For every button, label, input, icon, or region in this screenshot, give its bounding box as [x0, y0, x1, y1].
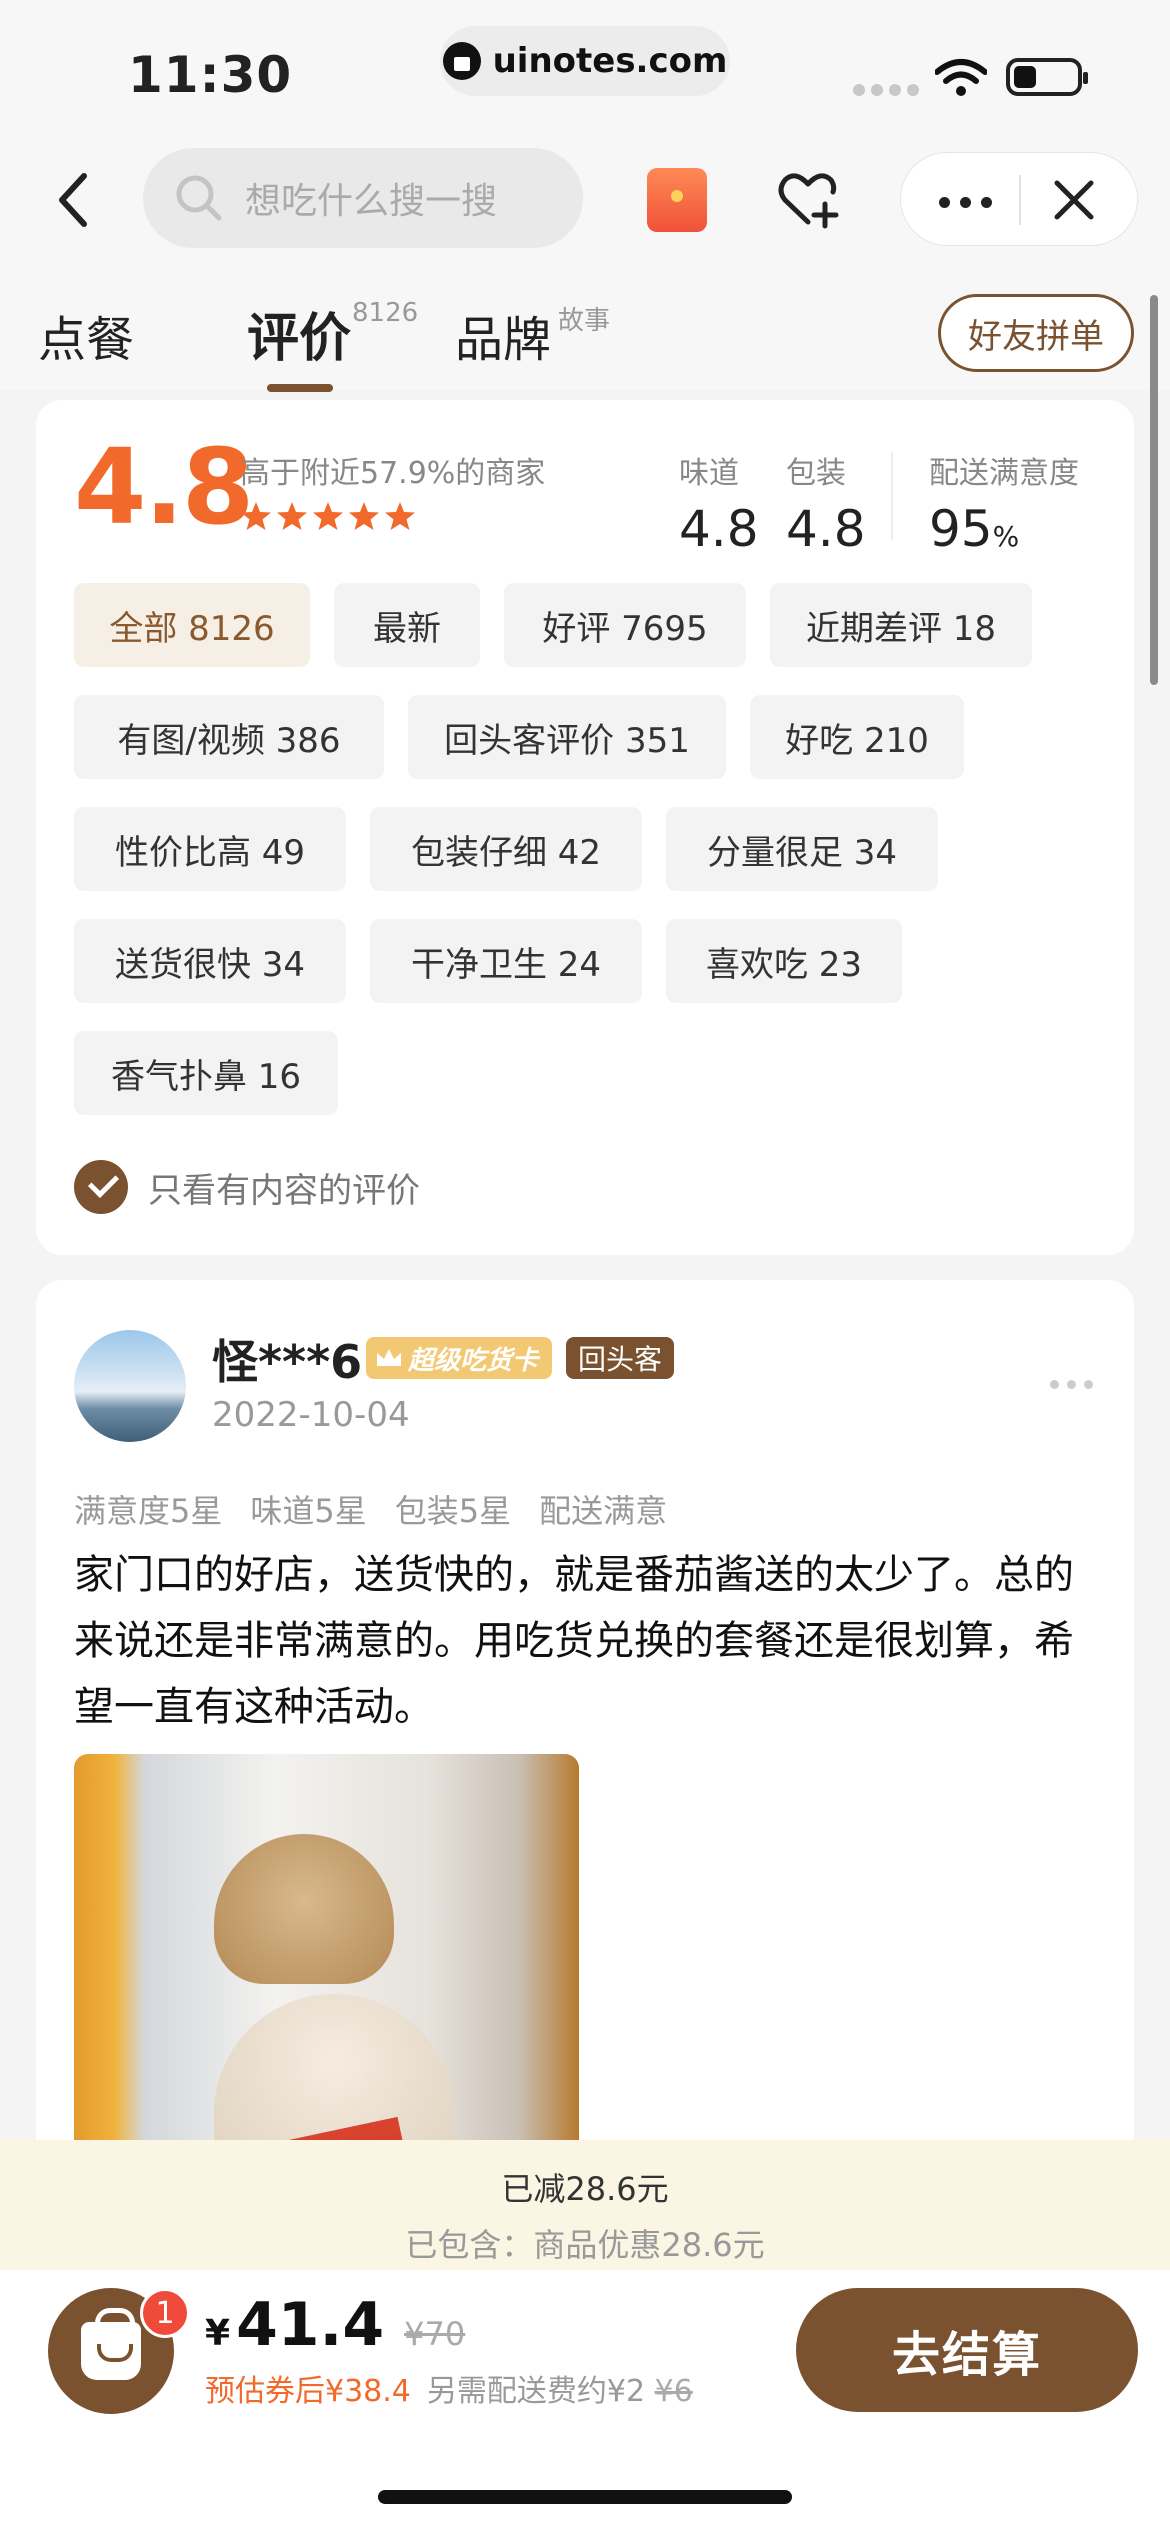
- filter-chip[interactable]: 近期差评 18: [770, 583, 1032, 667]
- review-date: 2022-10-04: [212, 1395, 410, 1435]
- star-icon: [385, 502, 415, 530]
- currency-symbol: ¥: [205, 2313, 231, 2354]
- package-value: 4.8: [786, 500, 866, 558]
- tab-review-label: 评价: [247, 309, 352, 369]
- package-label: 包装: [786, 456, 846, 491]
- review-count: 8126: [352, 298, 419, 328]
- search-icon: [176, 175, 222, 221]
- url-text: uinotes.com: [492, 41, 728, 81]
- url-pill[interactable]: uinotes.com: [440, 26, 730, 96]
- cart-count-badge: 1: [140, 2288, 190, 2338]
- filter-chip[interactable]: 包装仔细 42: [370, 807, 642, 891]
- package-metric: 包装 4.8: [786, 448, 866, 558]
- status-time: 11:30: [128, 46, 293, 104]
- checked-circle-icon: [74, 1160, 128, 1214]
- delivery-fee: 另需配送费约¥2 ¥6: [427, 2366, 693, 2410]
- shopping-bag-icon: [81, 2308, 141, 2380]
- discount-banner: 已减28.6元 已包含：商品优惠28.6元: [0, 2140, 1170, 2270]
- filter-chip[interactable]: 全部 8126: [74, 583, 310, 667]
- close-icon[interactable]: [1049, 175, 1099, 225]
- filter-chip[interactable]: 回头客评价 351: [408, 695, 726, 779]
- mini-program-capsule: [900, 152, 1138, 246]
- filter-chip[interactable]: 好评 7695: [504, 583, 746, 667]
- star-rating: [240, 500, 416, 532]
- compare-text: 高于附近57.9%的商家: [240, 456, 546, 491]
- vip-badge-label: 超级吃货卡: [408, 1345, 539, 1376]
- store-tabs: 点餐 评价 8126 品牌 故事 好友拼单: [0, 272, 1170, 392]
- delivery-fee-text: 另需配送费约¥2: [426, 2374, 646, 2409]
- delivery-label: 配送满意度: [929, 456, 1079, 491]
- review-card: 怪***6 超级吃货卡 回头客 2022-10-04 满意度5星 味道5星 包装5星…: [36, 1280, 1134, 2280]
- review-more-icon[interactable]: [1050, 1380, 1093, 1389]
- delivery-fee-original: ¥6: [654, 2374, 693, 2409]
- star-icon: [277, 502, 307, 530]
- delivery-value-wrap: 95%: [929, 500, 1079, 558]
- rating-tag: 味道5星: [250, 1492, 367, 1530]
- username: 怪***6: [212, 1335, 363, 1389]
- rating-summary-card: 4.8 高于附近57.9%的商家 味道 4.8 包装 4.8 配送满意度 95%…: [36, 400, 1134, 1255]
- filter-chip[interactable]: 最新: [334, 583, 480, 667]
- overall-score: 4.8: [74, 426, 254, 548]
- tab-order-label: 点餐: [38, 312, 135, 368]
- filter-chip[interactable]: 香气扑鼻 16: [74, 1031, 338, 1115]
- red-packet-icon[interactable]: [647, 168, 707, 232]
- only-content-toggle[interactable]: 只看有内容的评价: [74, 1160, 420, 1214]
- delivery-metric: 配送满意度 95%: [929, 448, 1079, 558]
- review-ratings: 满意度5星 味道5星 包装5星 配送满意: [74, 1486, 667, 1532]
- checkout-button[interactable]: 去结算: [796, 2288, 1138, 2412]
- tab-order[interactable]: 点餐: [38, 300, 134, 370]
- price-estimate-line: 预估券后¥38.4 另需配送费约¥2 ¥6: [205, 2366, 693, 2410]
- delivery-unit: %: [992, 520, 1020, 553]
- back-arrow-icon[interactable]: [50, 170, 100, 230]
- search-bar[interactable]: 想吃什么搜一搜: [143, 148, 583, 248]
- star-icon: [241, 502, 271, 530]
- tab-brand[interactable]: 品牌 故事: [455, 300, 610, 370]
- rating-tag: 配送满意: [539, 1492, 668, 1530]
- filter-chip[interactable]: 有图/视频 386: [74, 695, 384, 779]
- taste-label: 味道: [679, 456, 739, 491]
- crown-icon: [377, 1349, 401, 1366]
- discount-detail: 已包含：商品优惠28.6元: [405, 2226, 765, 2264]
- more-options-icon[interactable]: [939, 197, 992, 208]
- filter-chip[interactable]: 分量很足 34: [666, 807, 938, 891]
- star-icon: [349, 502, 379, 530]
- filter-chip[interactable]: 性价比高 49: [74, 807, 346, 891]
- discount-amount: 已减28.6元: [501, 2170, 669, 2208]
- site-icon: [442, 42, 481, 80]
- filter-chip[interactable]: 干净卫生 24: [370, 919, 642, 1003]
- star-icon: [313, 502, 343, 530]
- only-content-label: 只看有内容的评价: [148, 1170, 420, 1211]
- divider: [891, 452, 893, 540]
- search-placeholder: 想吃什么搜一搜: [245, 181, 498, 222]
- price-amount: 41.4: [236, 2290, 385, 2360]
- group-order-button[interactable]: 好友拼单: [938, 294, 1134, 372]
- filter-chip[interactable]: 喜欢吃 23: [666, 919, 902, 1003]
- rating-tag: 包装5星: [394, 1492, 512, 1530]
- original-price: ¥70: [404, 2315, 466, 2353]
- wifi-icon: [935, 59, 987, 96]
- home-indicator[interactable]: [378, 2490, 792, 2504]
- status-bar: 11:30 uinotes.com: [0, 0, 1170, 130]
- tab-brand-sup: 故事: [558, 306, 611, 336]
- review-text: 家门口的好店，送货快的，就是番茄酱送的太少了。总的来说还是非常满意的。用吃货兑换…: [74, 1552, 1074, 1730]
- taste-value: 4.8: [679, 500, 759, 558]
- taste-metric: 味道 4.8: [679, 448, 759, 558]
- rating-tag: 满意度5星: [74, 1492, 223, 1530]
- delivery-value: 95: [929, 500, 993, 558]
- signal-icon: [853, 84, 919, 96]
- favorite-heart-add-icon[interactable]: [775, 168, 841, 230]
- battery-icon: [1006, 58, 1088, 96]
- total-price: ¥ 41.4 ¥70: [205, 2290, 465, 2360]
- filter-chip[interactable]: 好吃 210: [750, 695, 964, 779]
- scrollbar[interactable]: [1150, 295, 1158, 685]
- avatar[interactable]: [74, 1330, 186, 1442]
- filter-chip[interactable]: 送货很快 34: [74, 919, 346, 1003]
- tab-brand-label: 品牌: [455, 312, 552, 368]
- nav-bar: 想吃什么搜一搜: [0, 130, 1170, 272]
- active-tab-indicator: [267, 384, 333, 392]
- tab-review[interactable]: 评价 8126: [247, 296, 418, 392]
- returning-customer-badge: 回头客: [566, 1337, 675, 1379]
- vip-badge: 超级吃货卡: [366, 1337, 553, 1379]
- coupon-estimate: 预估券后¥38.4: [205, 2374, 411, 2409]
